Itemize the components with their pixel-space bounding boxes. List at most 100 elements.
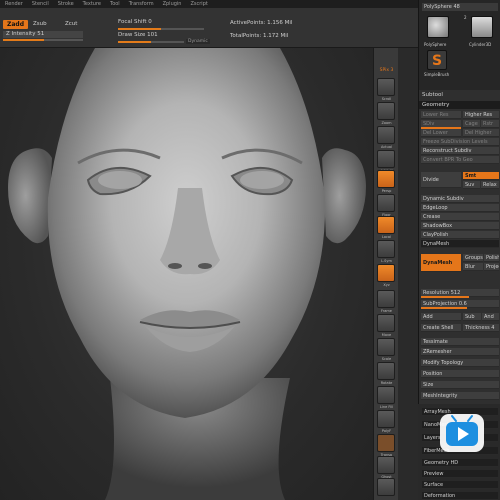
project-toggle[interactable]: Project [484,263,499,271]
menu-transform[interactable]: Transform [129,1,154,7]
del-higher-button[interactable]: Del Higher [463,129,499,137]
menu-render[interactable]: Render [5,1,23,7]
dynamesh-button[interactable]: DynaMesh [421,254,461,272]
polysphere-slider[interactable]: PolySphere 48 [422,3,498,11]
preview-section[interactable]: Preview [422,470,498,478]
subprojection-bar [421,307,467,309]
dynamic-button[interactable]: Dynamic [186,39,210,44]
edgeloop-button[interactable]: EdgeLoop [421,204,499,212]
blur-slider[interactable]: Blur [463,263,483,271]
thumb-count: 2 [464,15,467,20]
scroll-button[interactable] [377,78,395,96]
zremesher-button[interactable]: ZRemesher [421,348,499,356]
solo-button[interactable] [377,478,395,496]
dynamic-subdiv-button[interactable]: Dynamic Subdiv [421,195,499,203]
draw-size-track[interactable] [118,41,184,43]
scroll-label: Scroll [381,97,392,101]
persp-button[interactable] [377,170,395,188]
resolution-bar [421,296,469,298]
menu-tool[interactable]: Tool [110,1,120,7]
focal-shift-track[interactable] [118,28,204,30]
crease-button[interactable]: Crease [421,213,499,221]
and-button[interactable]: And [482,313,499,321]
tool-thumbnails: PolySphere 48 2 PolySphere Cylinder3D S … [419,0,500,90]
rstr-button[interactable]: Rstr [481,120,499,128]
lsym-button[interactable] [377,240,395,258]
local-label: Local [381,235,392,239]
right-ear [322,148,366,244]
surface-section[interactable]: Surface [422,481,498,489]
zoom-button[interactable] [377,102,395,120]
shadowbox-button[interactable]: ShadowBox [421,222,499,230]
geometry-header[interactable]: Geometry [419,101,500,109]
higher-res-button[interactable]: Higher Res [463,111,499,119]
actual-button[interactable] [377,126,395,144]
linefill-button[interactable] [377,386,395,404]
draw-size-slider[interactable]: Draw Size 101 [118,32,158,38]
tessimate-button[interactable]: Tessimate [421,338,499,346]
suv-toggle[interactable]: Suv [463,181,480,189]
dynamesh-section[interactable]: DynaMesh [421,240,499,248]
smt-toggle[interactable]: Smt [463,172,499,180]
canvas-viewport[interactable] [0,48,373,500]
deformation-section[interactable]: Deformation [422,492,498,500]
polish-toggle[interactable]: Polish [484,254,499,262]
transp-button[interactable] [377,434,395,452]
right-shelf: SPix 3 Scroll Zoom Actual AAHalf Persp F… [373,48,398,500]
menu-stroke[interactable]: Stroke [58,1,74,7]
polyf-button[interactable] [377,410,395,428]
convert-bpr-button[interactable]: Convert BPR To Geo [421,156,499,164]
groups-toggle[interactable]: Groups [463,254,483,262]
menu-zscript[interactable]: Zscript [190,1,207,7]
menu-zplugin[interactable]: Zplugin [163,1,182,7]
actual-label: Actual [381,145,392,149]
scale-button[interactable] [377,338,395,356]
zadd-button[interactable]: Zadd [3,20,28,29]
thickness-slider[interactable]: Thickness 4 [463,324,499,332]
zcut-button[interactable]: Zcut [65,21,77,27]
spix-label: SPix 3 [379,68,394,73]
frame-label: Frame [381,309,392,313]
brush-toolbar: Zadd Zsub Zcut Z Intensity 51 Focal Shif… [0,8,418,48]
lsym-label: L.Sym [381,259,392,263]
reconstruct-subdiv-button[interactable]: Reconstruct Subdiv [421,147,499,155]
move-button[interactable] [377,314,395,332]
sub-button[interactable]: Sub [463,313,481,321]
ghost-button[interactable] [377,456,395,474]
subtool-header[interactable]: Subtool [419,91,500,99]
cylinder-thumb[interactable] [471,16,493,38]
frame-button[interactable] [377,290,395,308]
xyz-label: Xyz [383,283,390,287]
z-intensity-slider[interactable]: Z Intensity 51 [3,31,83,38]
focal-shift-slider[interactable]: Focal Shift 0 [118,19,152,25]
menu-texture[interactable]: Texture [83,1,101,7]
aahalf-button[interactable] [377,150,395,168]
menu-stencil[interactable]: Stencil [32,1,49,7]
polyf-label: PolyF [381,429,392,433]
del-lower-button[interactable]: Del Lower [421,129,461,137]
freeze-subdiv-button[interactable]: Freeze SubDivision Levels [421,138,499,146]
meshintegrity-button[interactable]: MeshIntegrity [421,392,499,400]
linefill-label: Line Fill [379,405,394,409]
polysphere-thumb[interactable] [427,16,449,38]
cage-button[interactable]: Cage [463,120,480,128]
size-button[interactable]: Size [421,381,499,389]
lower-res-button[interactable]: Lower Res [421,111,461,119]
simplebrush-icon[interactable]: S [427,50,447,70]
claypolish-button[interactable]: ClayPolish [421,231,499,239]
modify-topology-button[interactable]: Modify Topology [421,359,499,367]
relax-toggle[interactable]: Relax [481,181,499,189]
add-button[interactable]: Add [421,313,461,321]
divide-button[interactable]: Divide [421,172,461,188]
local-button[interactable] [377,216,395,234]
position-button[interactable]: Position [421,370,499,378]
xyz-button[interactable] [377,264,395,282]
create-shell-button[interactable]: Create Shell [421,324,461,332]
floor-button[interactable] [377,194,395,212]
video-play-logo[interactable] [440,414,484,452]
z-intensity-track[interactable] [3,39,83,41]
geometry-hd-section[interactable]: Geometry HD [422,459,498,467]
simplebrush-label: SimpleBrush [424,72,450,77]
rotate-button[interactable] [377,362,395,380]
zsub-button[interactable]: Zsub [33,21,47,27]
